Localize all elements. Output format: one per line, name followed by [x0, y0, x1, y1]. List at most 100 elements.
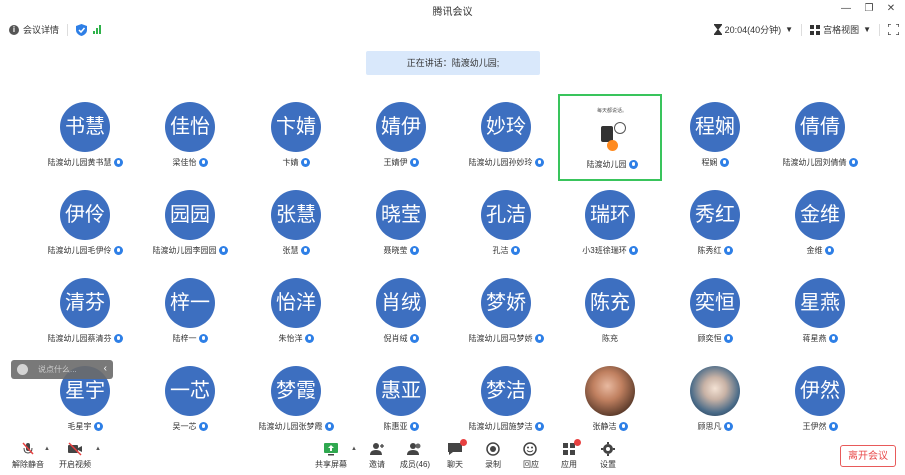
- mic-icon: [723, 422, 733, 431]
- avatar: [585, 366, 635, 416]
- record-icon: [486, 442, 500, 456]
- fullscreen-icon[interactable]: [888, 24, 899, 35]
- participant-tile[interactable]: 清芬 陆渡幼儿园蔡清芬: [33, 270, 137, 357]
- participant-tile[interactable]: 伊伶 陆渡幼儿园毛伊伶: [33, 182, 137, 269]
- avatar: 清芬: [60, 278, 110, 328]
- mic-icon: [409, 246, 419, 255]
- participant-tile[interactable]: 书慧陆渡幼儿园黄书慧: [33, 94, 137, 181]
- shield-icon[interactable]: [76, 23, 88, 36]
- participant-tile[interactable]: 梦洁 陆渡幼儿园施梦洁: [454, 358, 558, 445]
- participant-name: 陆渡幼儿园毛伊伶: [47, 246, 112, 255]
- participant-name: 小3班徐瑞环: [582, 246, 627, 255]
- avatar: [690, 366, 740, 416]
- participant-tile[interactable]: 秀红 陈秀红: [663, 182, 767, 269]
- signal-icon[interactable]: [93, 25, 102, 34]
- participant-tile[interactable]: 梦娇 陆渡幼儿园马梦娇: [454, 270, 558, 357]
- start-video-label: 开启视频: [59, 460, 91, 469]
- participant-name-row: 朱怡洋: [244, 333, 348, 344]
- participant-name: 顾思凡: [697, 422, 722, 431]
- bottom-control-bar: 解除静音 ▲ 开启视频 ▲ 共享屏幕 ▲ 邀请 成员(46) 聊天 录制 回应 …: [0, 439, 905, 475]
- participant-tile[interactable]: 金维 金维: [768, 182, 872, 269]
- chevron-down-icon[interactable]: ▼: [785, 25, 793, 34]
- apps-button[interactable]: 应用: [549, 439, 589, 470]
- participant-tile[interactable]: 奕恒 顾奕恒: [663, 270, 767, 357]
- participant-tile[interactable]: 瑞环 小3班徐瑞环: [558, 182, 662, 269]
- participant-name: 张慧: [282, 246, 299, 255]
- participant-tile[interactable]: 张静洁: [558, 358, 662, 445]
- title-bar: 腾讯会议 — ❐ ✕: [0, 0, 905, 18]
- avatar: 梦洁: [481, 366, 531, 416]
- mic-icon: [828, 422, 838, 431]
- meeting-details-button[interactable]: i 会议详情: [9, 23, 59, 36]
- invite-button[interactable]: 邀请: [357, 442, 397, 470]
- invite-icon: [370, 443, 384, 455]
- participant-tile[interactable]: 怡洋 朱怡洋: [244, 270, 348, 357]
- participant-tile[interactable]: 肖绒 倪肖绒: [349, 270, 453, 357]
- avatar: 金维: [795, 190, 845, 240]
- participant-name-row: 顾思凡: [663, 421, 767, 432]
- divider: [67, 23, 69, 36]
- settings-button[interactable]: 设置: [588, 442, 628, 470]
- participant-name-row: 孔洁: [454, 245, 558, 256]
- avatar: 奕恒: [690, 278, 740, 328]
- settings-label: 设置: [600, 460, 616, 469]
- participant-name: 陆渡幼儿园张梦霞: [258, 422, 323, 431]
- participant-name: 倪肖绒: [383, 334, 408, 343]
- participant-tile[interactable]: 倩倩 陆渡幼儿园刘倩倩: [768, 94, 872, 181]
- mic-icon: [719, 158, 729, 167]
- chat-button[interactable]: 聊天: [435, 439, 475, 470]
- participant-name-row: 毛星宇: [33, 421, 137, 432]
- unmute-button[interactable]: 解除静音: [8, 442, 48, 470]
- view-switch-button[interactable]: 宫格视图 ▼: [810, 23, 871, 36]
- react-button[interactable]: 回应: [511, 442, 551, 470]
- members-button[interactable]: 成员(46): [395, 442, 435, 470]
- participant-tile[interactable]: 星燕 蒋星燕: [768, 270, 872, 357]
- avatar: 怡洋: [271, 278, 321, 328]
- participant-name-row: 陈秀红: [663, 245, 767, 256]
- participant-tile[interactable]: 梓一 陆梓一: [138, 270, 242, 357]
- participant-tile[interactable]: 婧伊 王婧伊: [349, 94, 453, 181]
- chevron-up-icon[interactable]: ▲: [44, 446, 50, 452]
- collapse-arrow-icon[interactable]: ‹: [104, 363, 107, 374]
- participant-tile[interactable]: 张慧 张慧: [244, 182, 348, 269]
- avatar: 伊然: [795, 366, 845, 416]
- participant-name: 陈秀红: [697, 246, 722, 255]
- participant-name: 陆渡幼儿园黄书慧: [47, 158, 112, 167]
- participant-tile[interactable]: 惠亚 陈惠亚: [349, 358, 453, 445]
- unread-badge: [460, 439, 467, 446]
- participant-tile[interactable]: 佳怡 梁佳怡: [138, 94, 242, 181]
- chat-placeholder[interactable]: 说点什么...: [38, 364, 77, 375]
- participant-tile[interactable]: 陈充 陈充: [558, 270, 662, 357]
- participant-tile[interactable]: 妙玲 陆渡幼儿园孙妙玲: [454, 94, 558, 181]
- participant-name-row: 陆渡幼儿园黄书慧: [33, 157, 137, 168]
- participant-tile[interactable]: 梦霞 陆渡幼儿园张梦霞: [244, 358, 348, 445]
- minimize-icon[interactable]: —: [839, 2, 853, 16]
- avatar: 张慧: [271, 190, 321, 240]
- emoji-icon[interactable]: [17, 364, 28, 375]
- participant-name: 陆渡幼儿园李园园: [152, 246, 217, 255]
- close-icon[interactable]: ✕: [884, 2, 898, 16]
- chat-quick-input[interactable]: 说点什么... ‹: [11, 360, 113, 379]
- leave-meeting-button[interactable]: 离开会议: [840, 445, 896, 467]
- participant-tile[interactable]: 园园 陆渡幼儿园李园园: [138, 182, 242, 269]
- participant-name: 陆渡幼儿园: [586, 160, 627, 169]
- avatar: 书慧: [60, 102, 110, 152]
- mic-icon: [300, 158, 310, 167]
- mic-icon: [534, 422, 544, 431]
- share-screen-button[interactable]: 共享屏幕: [311, 442, 351, 470]
- participant-name: 陈惠亚: [383, 422, 408, 431]
- muted-mic-icon: [22, 442, 34, 455]
- participant-tile[interactable]: 程娴 程娴: [663, 94, 767, 181]
- chevron-up-icon[interactable]: ▲: [95, 446, 101, 452]
- participant-tile[interactable]: 孔洁 孔洁: [454, 182, 558, 269]
- participant-tile[interactable]: 每天都说话。 陆渡幼儿园: [558, 94, 662, 181]
- participant-tile[interactable]: 顾思凡: [663, 358, 767, 445]
- participant-tile[interactable]: 一芯 吴一芯: [138, 358, 242, 445]
- record-button[interactable]: 录制: [473, 442, 513, 470]
- restore-icon[interactable]: ❐: [862, 2, 876, 16]
- participant-tile[interactable]: 卞婧 卞婧: [244, 94, 348, 181]
- participant-tile[interactable]: 伊然 王伊然: [768, 358, 872, 445]
- participant-tile[interactable]: 晓莹 聂晓莹: [349, 182, 453, 269]
- participant-name-row: 陆渡幼儿园马梦娇: [454, 333, 558, 344]
- start-video-button[interactable]: 开启视频: [55, 442, 95, 470]
